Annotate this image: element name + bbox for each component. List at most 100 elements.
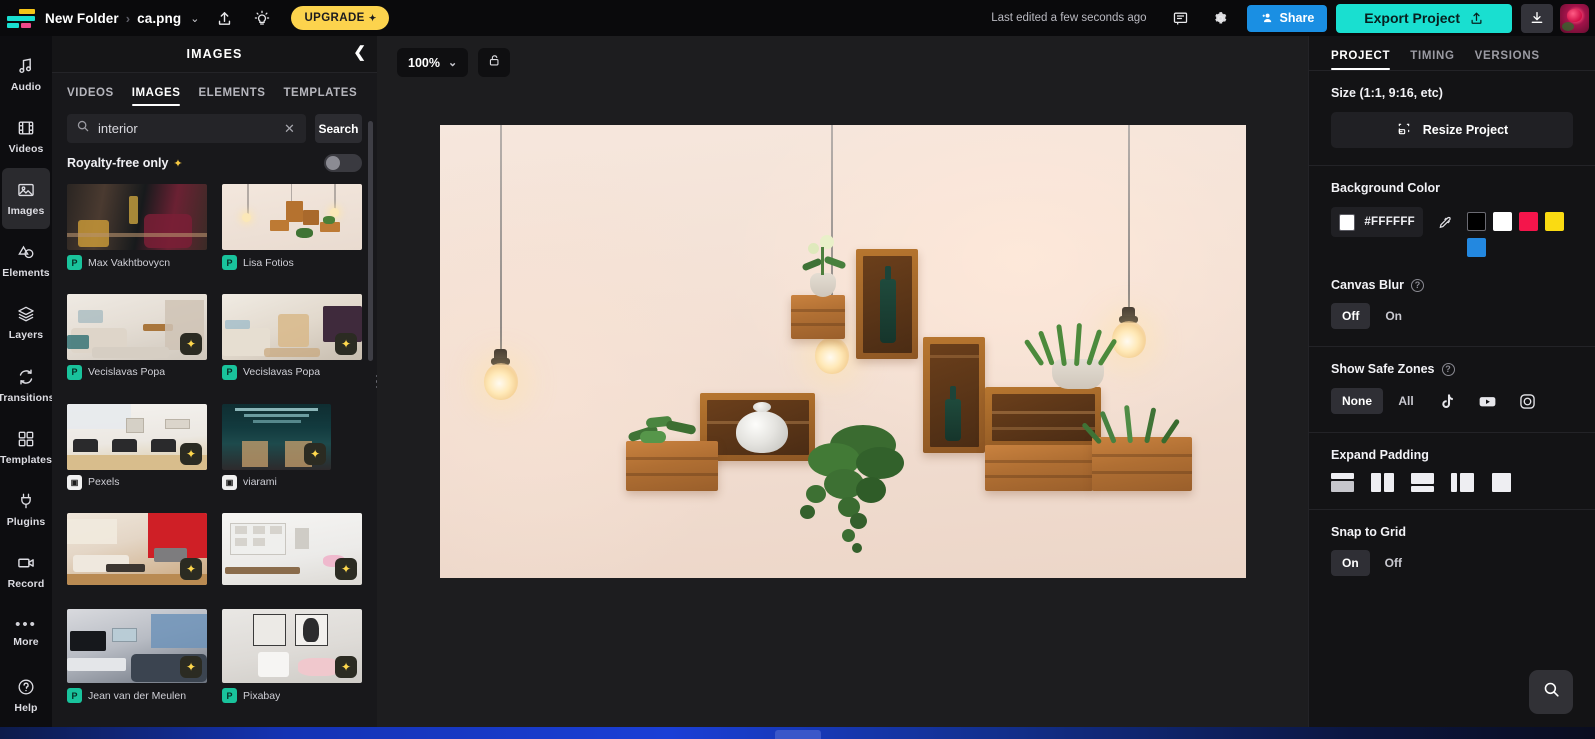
help-icon[interactable]: ? [1410, 278, 1424, 292]
thumbnail[interactable]: ✦ [67, 513, 207, 586]
add-user-icon [1262, 13, 1271, 23]
swatch-black[interactable] [1467, 212, 1486, 231]
gear-icon[interactable] [1206, 3, 1236, 33]
unlock-button[interactable] [478, 48, 511, 77]
thumbnail[interactable]: ✦ [67, 403, 207, 470]
thumbnail[interactable]: ✦ [67, 609, 207, 684]
list-item[interactable]: ✦ P Jean van der Meulen [67, 609, 207, 719]
download-button[interactable] [1521, 3, 1553, 33]
search-input[interactable] [98, 121, 274, 136]
padding-bottom-icon[interactable] [1411, 473, 1434, 492]
tab-project[interactable]: PROJECT [1331, 50, 1391, 70]
safe-zones-options: None All [1331, 387, 1573, 415]
chevron-down-icon[interactable]: ⌄ [190, 12, 199, 25]
thumbnail[interactable] [222, 184, 362, 250]
hex-color-field[interactable]: #FFFFFF [1331, 207, 1423, 237]
sidebar-item-plugins[interactable]: Plugins [2, 479, 50, 540]
tab-versions[interactable]: VERSIONS [1475, 50, 1540, 70]
thumbnail[interactable]: ✦ [67, 293, 207, 360]
swatch-red[interactable] [1519, 212, 1538, 231]
layers-icon [16, 304, 36, 324]
current-color-swatch [1339, 213, 1356, 231]
sidebar-item-elements[interactable]: Elements [2, 230, 50, 291]
chevron-left-icon[interactable]: ❮ [353, 45, 366, 60]
list-item[interactable]: ✦ ▣ viarami [222, 403, 362, 506]
close-icon[interactable]: ✕ [282, 121, 297, 137]
swatch-yellow[interactable] [1545, 212, 1564, 231]
list-item[interactable]: ✦ ▣ Pexels [67, 403, 207, 506]
tab-videos[interactable]: VIDEOS [67, 87, 114, 106]
swatch-white[interactable] [1493, 212, 1512, 231]
thumbnail[interactable]: ✦ [222, 403, 332, 470]
search-button[interactable]: Search [314, 114, 362, 143]
thumbnail[interactable]: ✦ [222, 609, 362, 684]
sidebar-item-more[interactable]: ••• More [2, 603, 50, 664]
padding-left-icon[interactable] [1451, 473, 1474, 492]
tab-elements[interactable]: ELEMENTS [198, 87, 265, 106]
lightbulb-icon[interactable] [249, 5, 275, 31]
sidebar-item-audio[interactable]: Audio [2, 44, 50, 105]
help-icon[interactable]: ? [1441, 362, 1455, 376]
tab-timing[interactable]: TIMING [1410, 50, 1454, 70]
sidebar-item-label: Transitions [0, 391, 55, 404]
app-logo[interactable] [7, 7, 37, 29]
sidebar-item-templates[interactable]: Templates [0, 417, 52, 478]
padding-left-right-icon[interactable] [1371, 473, 1394, 492]
list-item[interactable]: ✦ P Vecislavas Popa [222, 293, 362, 396]
canvas-blur-on[interactable]: On [1374, 303, 1413, 329]
search-box[interactable]: ✕ [67, 114, 306, 143]
eyedropper-icon[interactable] [1434, 207, 1456, 237]
royalty-free-toggle[interactable] [324, 154, 362, 172]
safe-zones-text: Show Safe Zones [1331, 362, 1435, 376]
safe-zone-all[interactable]: All [1387, 388, 1425, 414]
padding-all-icon[interactable] [1491, 473, 1514, 492]
list-item[interactable]: ✦ [222, 513, 362, 601]
sidebar-item-label: Elements [2, 267, 50, 280]
sidebar-item-layers[interactable]: Layers [2, 292, 50, 353]
pexels-badge: P [67, 688, 82, 704]
tab-images[interactable]: IMAGES [131, 87, 181, 106]
resize-project-button[interactable]: Resize Project [1331, 112, 1573, 148]
list-item[interactable]: ✦ P Vecislavas Popa [67, 293, 207, 396]
sidebar-item-transitions[interactable]: Transitions [0, 354, 54, 415]
safe-zone-none[interactable]: None [1331, 388, 1383, 414]
background-color-label: Background Color [1331, 181, 1441, 195]
instagram-icon[interactable] [1509, 387, 1545, 415]
list-item[interactable]: P Max Vakhtbovycn [67, 184, 207, 286]
breadcrumb-folder[interactable]: New Folder [45, 11, 119, 26]
avatar[interactable] [1560, 3, 1589, 33]
list-item[interactable]: ✦ [67, 513, 207, 601]
sidebar-item-record[interactable]: Record [2, 541, 50, 602]
timeline-bar[interactable] [0, 727, 1595, 739]
artboard[interactable] [439, 125, 1246, 578]
list-item[interactable]: P Lisa Fotios [222, 184, 362, 286]
snap-to-grid-on[interactable]: On [1331, 550, 1370, 576]
timeline-handle[interactable] [774, 730, 821, 739]
canvas-blur-off[interactable]: Off [1331, 303, 1371, 329]
panel-scrollbar[interactable] [368, 121, 373, 361]
snap-to-grid-off[interactable]: Off [1374, 550, 1413, 576]
thumbnail[interactable]: ✦ [222, 513, 362, 586]
breadcrumb-filename[interactable]: ca.png [137, 11, 181, 26]
author-name: Jean van der Meulen [88, 689, 187, 702]
comment-icon[interactable] [1166, 3, 1196, 33]
sidebar-item-images[interactable]: Images [2, 168, 50, 230]
youtube-icon[interactable] [1469, 387, 1505, 415]
padding-top-icon[interactable] [1331, 473, 1354, 492]
tab-templates[interactable]: TEMPLATES [283, 87, 357, 106]
upgrade-button[interactable]: UPGRADE ✦ [291, 6, 389, 30]
list-item[interactable]: ✦ P Pixabay [222, 609, 362, 719]
thumbnail[interactable]: ✦ [222, 293, 362, 360]
tiktok-icon[interactable] [1429, 387, 1465, 415]
export-project-button[interactable]: Export Project [1336, 3, 1512, 33]
help-icon [16, 677, 36, 697]
chevron-down-icon: ⌄ [447, 57, 458, 69]
thumbnail[interactable] [67, 184, 207, 250]
zoom-control[interactable]: 100% ⌄ [397, 48, 469, 77]
sidebar-item-videos[interactable]: Videos [2, 106, 50, 167]
share-button[interactable]: Share [1246, 4, 1328, 32]
upload-icon[interactable] [211, 5, 237, 31]
sidebar-item-help[interactable]: Help [2, 665, 50, 726]
swatch-blue[interactable] [1467, 238, 1486, 257]
search-fab-button[interactable] [1529, 670, 1573, 714]
